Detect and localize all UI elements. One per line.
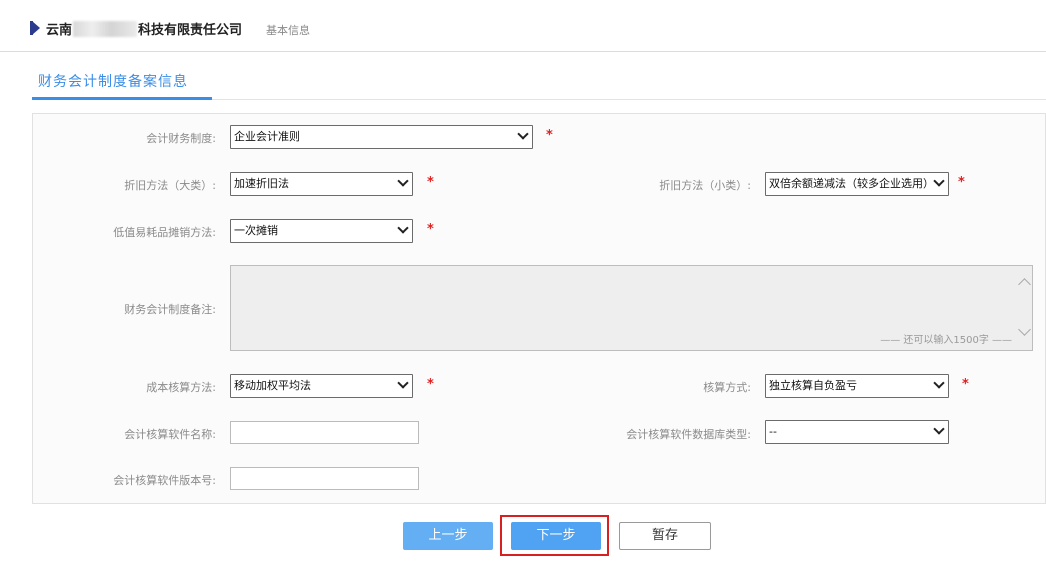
software-db-type-value: --: [769, 425, 777, 438]
required-mark: *: [427, 222, 434, 237]
cost-method-value: 移动加权平均法: [234, 379, 311, 392]
chevron-down-icon: [933, 377, 945, 389]
required-mark: *: [962, 377, 969, 392]
chevron-down-icon: [397, 222, 409, 234]
depreciation-major-value: 加速折旧法: [234, 177, 289, 190]
page-subtitle: 基本信息: [266, 24, 310, 37]
depreciation-minor-label: 折旧方法（小类）:: [659, 179, 751, 192]
required-mark: *: [958, 175, 965, 190]
software-version-input[interactable]: [230, 467, 419, 490]
software-name-label: 会计核算软件名称:: [124, 428, 216, 441]
page-header: 云南 科技有限责任公司 基本信息: [0, 0, 1046, 52]
tab-bar: 财务会计制度备案信息: [32, 68, 1046, 100]
required-mark: *: [546, 128, 553, 143]
chevron-down-icon: [933, 423, 945, 435]
chevron-down-icon: [397, 175, 409, 187]
accounting-system-value: 企业会计准则: [234, 130, 300, 143]
chevron-down-icon: [517, 128, 529, 140]
low-value-amortization-label: 低值易耗品摊销方法:: [113, 226, 216, 239]
depreciation-major-label: 折旧方法（大类）:: [124, 179, 216, 192]
chevron-down-icon: [397, 377, 409, 389]
software-db-type-select[interactable]: --: [765, 420, 949, 444]
software-name-input[interactable]: [230, 421, 419, 444]
scroll-up-icon[interactable]: [1018, 278, 1031, 291]
next-step-button[interactable]: 下一步: [511, 522, 601, 550]
chevron-down-icon: [933, 175, 945, 187]
prev-step-button[interactable]: 上一步: [403, 522, 493, 550]
scroll-down-icon[interactable]: [1018, 323, 1031, 336]
software-db-type-label: 会计核算软件数据库类型:: [626, 428, 751, 441]
depreciation-minor-value: 双倍余额递减法（较多企业选用）: [769, 177, 934, 190]
depreciation-major-select[interactable]: 加速折旧法: [230, 172, 413, 196]
company-name-start: 云南: [46, 23, 73, 38]
company-name: 云南 科技有限责任公司: [46, 19, 242, 38]
accounting-mode-select[interactable]: 独立核算自负盈亏: [765, 374, 949, 398]
cost-method-select[interactable]: 移动加权平均法: [230, 374, 413, 398]
remarks-textarea[interactable]: —— 还可以输入1500字 ——: [230, 265, 1033, 351]
accounting-system-select[interactable]: 企业会计准则: [230, 125, 533, 149]
save-draft-button[interactable]: 暂存: [619, 522, 711, 550]
accounting-system-label: 会计财务制度:: [146, 132, 216, 145]
software-version-label: 会计核算软件版本号:: [113, 474, 216, 487]
header-arrow-icon: [32, 21, 40, 35]
cost-method-label: 成本核算方法:: [146, 381, 216, 394]
required-mark: *: [427, 175, 434, 190]
required-mark: *: [427, 377, 434, 392]
tab-accounting-system-filing[interactable]: 财务会计制度备案信息: [32, 68, 212, 100]
low-value-amortization-value: 一次摊销: [234, 224, 278, 237]
redacted-block: [73, 20, 138, 37]
accounting-mode-value: 独立核算自负盈亏: [769, 379, 857, 392]
remarks-char-count-hint: —— 还可以输入1500字 ——: [880, 335, 1012, 346]
accounting-mode-label: 核算方式:: [703, 381, 751, 394]
depreciation-minor-select[interactable]: 双倍余额递减法（较多企业选用）: [765, 172, 949, 196]
remarks-label: 财务会计制度备注:: [124, 303, 216, 316]
low-value-amortization-select[interactable]: 一次摊销: [230, 219, 413, 243]
company-name-end: 科技有限责任公司: [138, 23, 243, 38]
